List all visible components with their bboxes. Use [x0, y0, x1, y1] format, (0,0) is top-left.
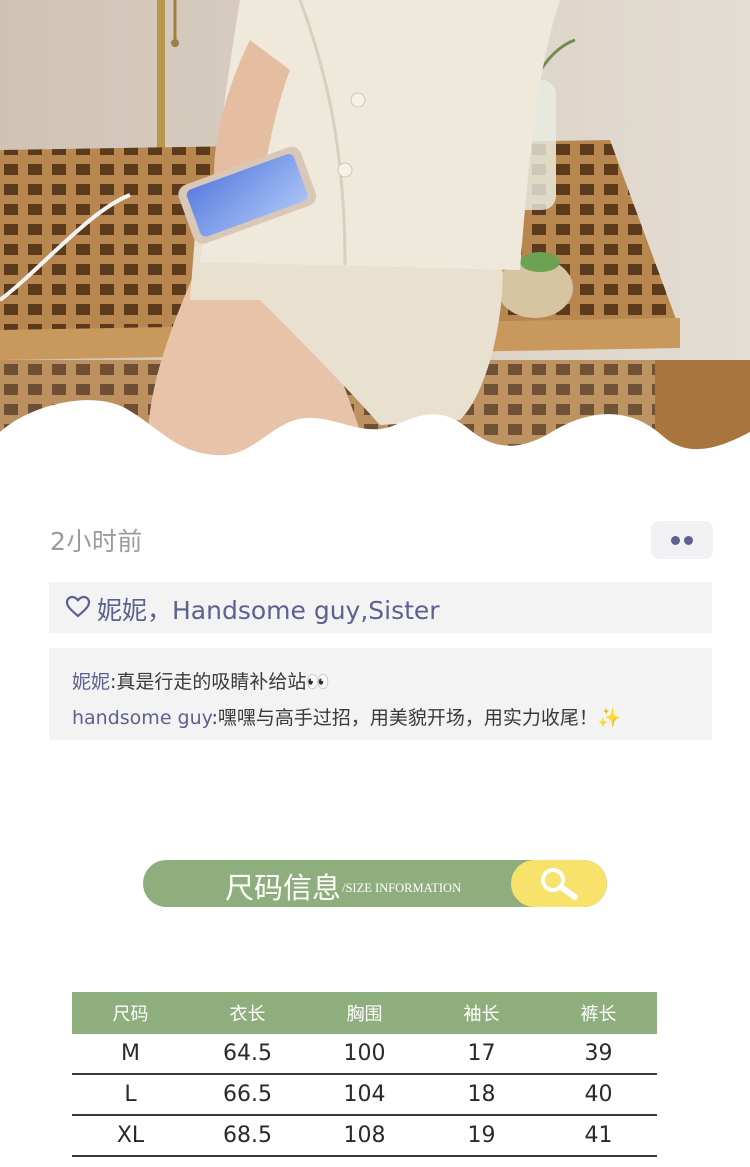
- comment[interactable]: 妮妮:真是行走的吸睛补给站👀: [72, 667, 330, 694]
- table-cell: 40: [540, 1074, 657, 1116]
- heart-icon[interactable]: [65, 595, 91, 623]
- dot-icon: [684, 536, 693, 545]
- likes-names[interactable]: 妮妮，Handsome guy,Sister: [97, 591, 440, 627]
- more-actions-button[interactable]: [651, 521, 713, 559]
- table-cell: 68.5: [189, 1115, 306, 1157]
- size-table: 尺码 衣长 胸围 袖长 裤长 M 64.5 100 17 39 L 66.5 1…: [72, 992, 657, 1157]
- size-info-banner: 尺码信息 /SIZE INFORMATION: [143, 860, 607, 907]
- search-button[interactable]: [511, 860, 607, 907]
- column-header: 裤长: [540, 992, 657, 1034]
- table-cell: 104: [306, 1074, 423, 1116]
- table-cell: 39: [540, 1034, 657, 1075]
- post-time: 2小时前: [50, 527, 143, 556]
- comment-text: 嘿嘿与高手过招，用美貌开场，用实力收尾！✨: [217, 707, 622, 729]
- size-info-subtitle: /SIZE INFORMATION: [342, 881, 462, 895]
- table-cell: 66.5: [189, 1074, 306, 1116]
- comment-text: 真是行走的吸睛补给站👀: [116, 671, 331, 693]
- column-header: 胸围: [306, 992, 423, 1034]
- table-cell: 100: [306, 1034, 423, 1075]
- hero-photo: [0, 0, 750, 470]
- comment-author[interactable]: 妮妮: [72, 671, 110, 693]
- table-cell: 17: [423, 1034, 540, 1075]
- table-row: L 66.5 104 18 40: [72, 1074, 657, 1116]
- column-header: 尺码: [72, 992, 189, 1034]
- column-header: 袖长: [423, 992, 540, 1034]
- table-cell: 41: [540, 1115, 657, 1157]
- size-info-title: 尺码信息: [225, 871, 342, 905]
- size-table-header-row: 尺码 衣长 胸围 袖长 裤长: [72, 992, 657, 1034]
- likes-bar: 妮妮，Handsome guy,Sister: [49, 582, 712, 633]
- comment[interactable]: handsome guy:嘿嘿与高手过招，用美貌开场，用实力收尾！✨: [72, 703, 622, 730]
- search-icon: [541, 868, 578, 900]
- dot-icon: [671, 536, 680, 545]
- table-cell: 19: [423, 1115, 540, 1157]
- table-cell: L: [72, 1074, 189, 1116]
- table-cell: XL: [72, 1115, 189, 1157]
- comments-box: 妮妮:真是行走的吸睛补给站👀 handsome guy:嘿嘿与高手过招，用美貌开…: [49, 648, 712, 740]
- column-header: 衣长: [189, 992, 306, 1034]
- table-cell: 18: [423, 1074, 540, 1116]
- table-cell: M: [72, 1034, 189, 1075]
- comment-author[interactable]: handsome guy: [72, 707, 212, 729]
- table-row: XL 68.5 108 19 41: [72, 1115, 657, 1157]
- table-cell: 108: [306, 1115, 423, 1157]
- table-cell: 64.5: [189, 1034, 306, 1075]
- table-row: M 64.5 100 17 39: [72, 1034, 657, 1075]
